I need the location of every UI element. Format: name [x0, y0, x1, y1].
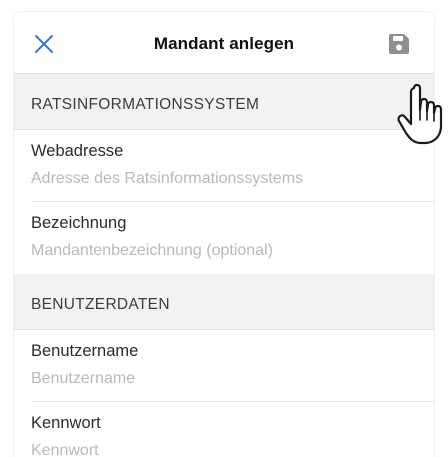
webadresse-label: Webadresse: [31, 142, 124, 160]
page-title: Mandant anlegen: [153, 34, 295, 53]
screen: Mandant anlegen RATSINFORMATIONSSYSTEM W…: [14, 12, 434, 457]
benutzername-input[interactable]: [31, 370, 411, 388]
kennwort-input[interactable]: [31, 442, 411, 457]
bezeichnung-input[interactable]: [31, 242, 411, 260]
benutzername-label: Benutzername: [31, 342, 139, 360]
section-header-ratsinformationssystem: RATSINFORMATIONSSYSTEM: [14, 74, 434, 130]
bezeichnung-cell[interactable]: Bezeichnung: [14, 202, 434, 274]
bezeichnung-label: Bezeichnung: [31, 214, 127, 232]
webadresse-cell[interactable]: Webadresse: [14, 130, 434, 202]
section-header-benutzerdaten: BENUTZERDATEN: [14, 274, 434, 330]
webadresse-input[interactable]: [31, 170, 411, 188]
benutzername-cell[interactable]: Benutzername: [14, 330, 434, 402]
kennwort-cell[interactable]: Kennwort: [14, 402, 434, 457]
kennwort-label: Kennwort: [31, 414, 101, 432]
save-icon[interactable]: [388, 33, 410, 55]
navigation-bar: Mandant anlegen: [14, 12, 434, 74]
